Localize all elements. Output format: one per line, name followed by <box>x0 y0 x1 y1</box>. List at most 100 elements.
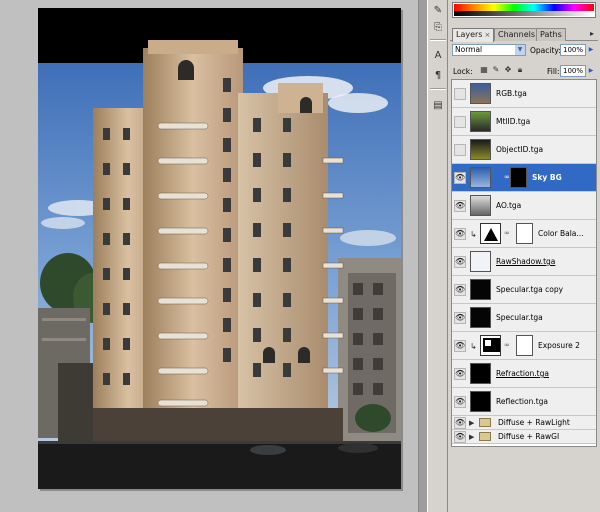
eye-icon[interactable]: 👁︎ <box>454 256 466 268</box>
toolbar-separator <box>430 88 446 90</box>
folder-icon <box>479 418 491 427</box>
blend-mode-select[interactable]: Normal ▼ <box>452 44 526 56</box>
fill-input[interactable]: 100% <box>560 65 586 77</box>
collapsed-palette-dock: ✎ ⎘ A ¶ ▤ <box>427 0 448 512</box>
color-swatches[interactable] <box>452 2 596 18</box>
tab-paths-label: Paths <box>540 30 562 39</box>
layer-name: Diffuse + RawGI <box>498 432 560 441</box>
layer-row[interactable]: 👁︎ ↳ ∞ Exposure 2 <box>452 332 596 360</box>
layer-name: Color Bala... <box>538 229 584 238</box>
layers-panel: Layers × Channels Paths ▸ Normal ▼ Opacit… <box>448 0 600 512</box>
building-render <box>38 8 401 489</box>
layer-name: AO.tga <box>496 201 522 210</box>
lock-transparency-icon[interactable]: ▦ <box>479 65 489 75</box>
opacity-slider-arrow-icon[interactable]: ▶ <box>587 45 595 55</box>
chain-link-icon[interactable]: ∞ <box>504 229 510 237</box>
lock-all-icon[interactable]: 🔒︎ <box>515 65 525 75</box>
chain-link-icon[interactable]: ∞ <box>504 173 510 181</box>
layer-mask-thumbnail[interactable] <box>510 167 527 188</box>
layer-name: RawShadow.tga <box>496 257 556 266</box>
greyscale-ramp[interactable] <box>454 11 594 16</box>
layer-thumbnail <box>470 391 491 412</box>
eye-icon[interactable]: 👁︎ <box>454 284 466 296</box>
opacity-input[interactable]: 100% <box>560 44 586 56</box>
layer-name: Specular.tga <box>496 313 543 322</box>
layer-row[interactable]: 👁︎ Specular.tga <box>452 304 596 332</box>
panel-menu-icon[interactable]: ▸ <box>587 29 597 39</box>
clipping-arrow-icon: ↳ <box>470 342 477 351</box>
layer-row[interactable]: 👁︎ Refraction.tga <box>452 360 596 388</box>
exposure-adjustment-icon <box>480 335 501 356</box>
eye-icon[interactable]: 👁︎ <box>454 340 466 352</box>
color-balance-adjustment-icon <box>480 223 501 244</box>
close-icon[interactable]: × <box>484 31 490 39</box>
blend-mode-value: Normal <box>455 45 483 54</box>
history-brush-icon[interactable]: ✎ <box>430 2 446 18</box>
layer-mask-thumbnail[interactable] <box>516 223 533 244</box>
layer-row-selected[interactable]: 👁︎ ∞ Sky BG <box>452 164 596 192</box>
layer-group-row[interactable]: 👁︎ ▶ Diffuse + RawLight <box>452 416 596 430</box>
tab-channels-label: Channels <box>498 30 536 39</box>
lock-position-icon[interactable]: ✥ <box>503 65 513 75</box>
layer-thumbnail <box>470 279 491 300</box>
visibility-toggle[interactable] <box>454 144 466 156</box>
eye-icon[interactable]: 👁︎ <box>454 368 466 380</box>
folder-icon <box>479 432 491 441</box>
eye-icon[interactable]: 👁︎ <box>454 431 466 443</box>
clipping-arrow-icon: ↳ <box>470 230 477 239</box>
info-icon[interactable]: ▤ <box>430 97 446 113</box>
chain-link-icon[interactable]: ∞ <box>504 341 510 349</box>
eye-icon[interactable]: 👁︎ <box>454 200 466 212</box>
clone-stamp-icon[interactable]: ⎘ <box>430 19 446 35</box>
fill-slider-arrow-icon[interactable]: ▶ <box>587 66 595 76</box>
layer-name: Refraction.tga <box>496 369 549 378</box>
layer-thumbnail <box>470 363 491 384</box>
layer-mask-thumbnail[interactable] <box>516 335 533 356</box>
layer-row[interactable]: 👁︎ ↳ ∞ Color Bala... <box>452 220 596 248</box>
tab-channels[interactable]: Channels <box>494 28 540 41</box>
opacity-label: Opacity: <box>530 46 561 55</box>
toolbar-separator <box>430 39 446 41</box>
expand-triangle-icon[interactable]: ▶ <box>469 419 474 427</box>
panel-tabs: Layers × Channels Paths <box>450 27 598 42</box>
layer-row[interactable]: 👁︎ Specular.tga copy <box>452 276 596 304</box>
visibility-toggle[interactable] <box>454 116 466 128</box>
fill-label: Fill: <box>547 67 560 76</box>
layer-row[interactable]: 👁︎ Reflection.tga <box>452 388 596 416</box>
eye-icon[interactable]: 👁︎ <box>454 417 466 429</box>
expand-triangle-icon[interactable]: ▶ <box>469 433 474 441</box>
tab-layers[interactable]: Layers × <box>452 28 495 42</box>
layer-thumbnail <box>470 83 491 104</box>
canvas-scrollbar[interactable] <box>418 0 427 512</box>
paragraph-icon[interactable]: ¶ <box>430 67 446 83</box>
eye-icon[interactable]: 👁︎ <box>454 312 466 324</box>
eye-icon[interactable]: 👁︎ <box>454 172 466 184</box>
layer-row[interactable]: RGB.tga <box>452 80 596 108</box>
layer-name: Diffuse + RawLight <box>498 418 570 427</box>
layer-row[interactable]: 👁︎ RawShadow.tga <box>452 248 596 276</box>
layer-name: Exposure 2 <box>538 341 580 350</box>
tab-paths[interactable]: Paths <box>536 28 566 41</box>
layer-row[interactable]: 👁︎ AO.tga <box>452 192 596 220</box>
layer-name: ObjectID.tga <box>496 145 544 154</box>
visibility-toggle[interactable] <box>454 88 466 100</box>
document-canvas-area[interactable] <box>0 0 418 512</box>
lock-pixels-icon[interactable]: ✎ <box>491 65 501 75</box>
layer-thumbnail <box>470 195 491 216</box>
layers-list[interactable]: RGB.tga MtlID.tga ObjectID.tga 👁︎ ∞ Sky … <box>451 79 597 447</box>
layer-name: Specular.tga copy <box>496 285 564 294</box>
layer-thumbnail <box>470 307 491 328</box>
layer-name: Sky BG <box>532 173 562 182</box>
layer-thumbnail <box>470 111 491 132</box>
layer-row[interactable]: ObjectID.tga <box>452 136 596 164</box>
eye-icon[interactable]: 👁︎ <box>454 228 466 240</box>
layer-name: Reflection.tga <box>496 397 548 406</box>
type-icon[interactable]: A <box>430 47 446 63</box>
rendered-building-image[interactable] <box>38 8 401 489</box>
layer-row[interactable]: MtlID.tga <box>452 108 596 136</box>
layer-thumbnail <box>470 167 491 188</box>
chevron-down-icon[interactable]: ▼ <box>515 45 525 55</box>
layer-group-row[interactable]: 👁︎ ▶ Diffuse + RawGI <box>452 430 596 444</box>
layer-name: MtlID.tga <box>496 117 531 126</box>
eye-icon[interactable]: 👁︎ <box>454 396 466 408</box>
